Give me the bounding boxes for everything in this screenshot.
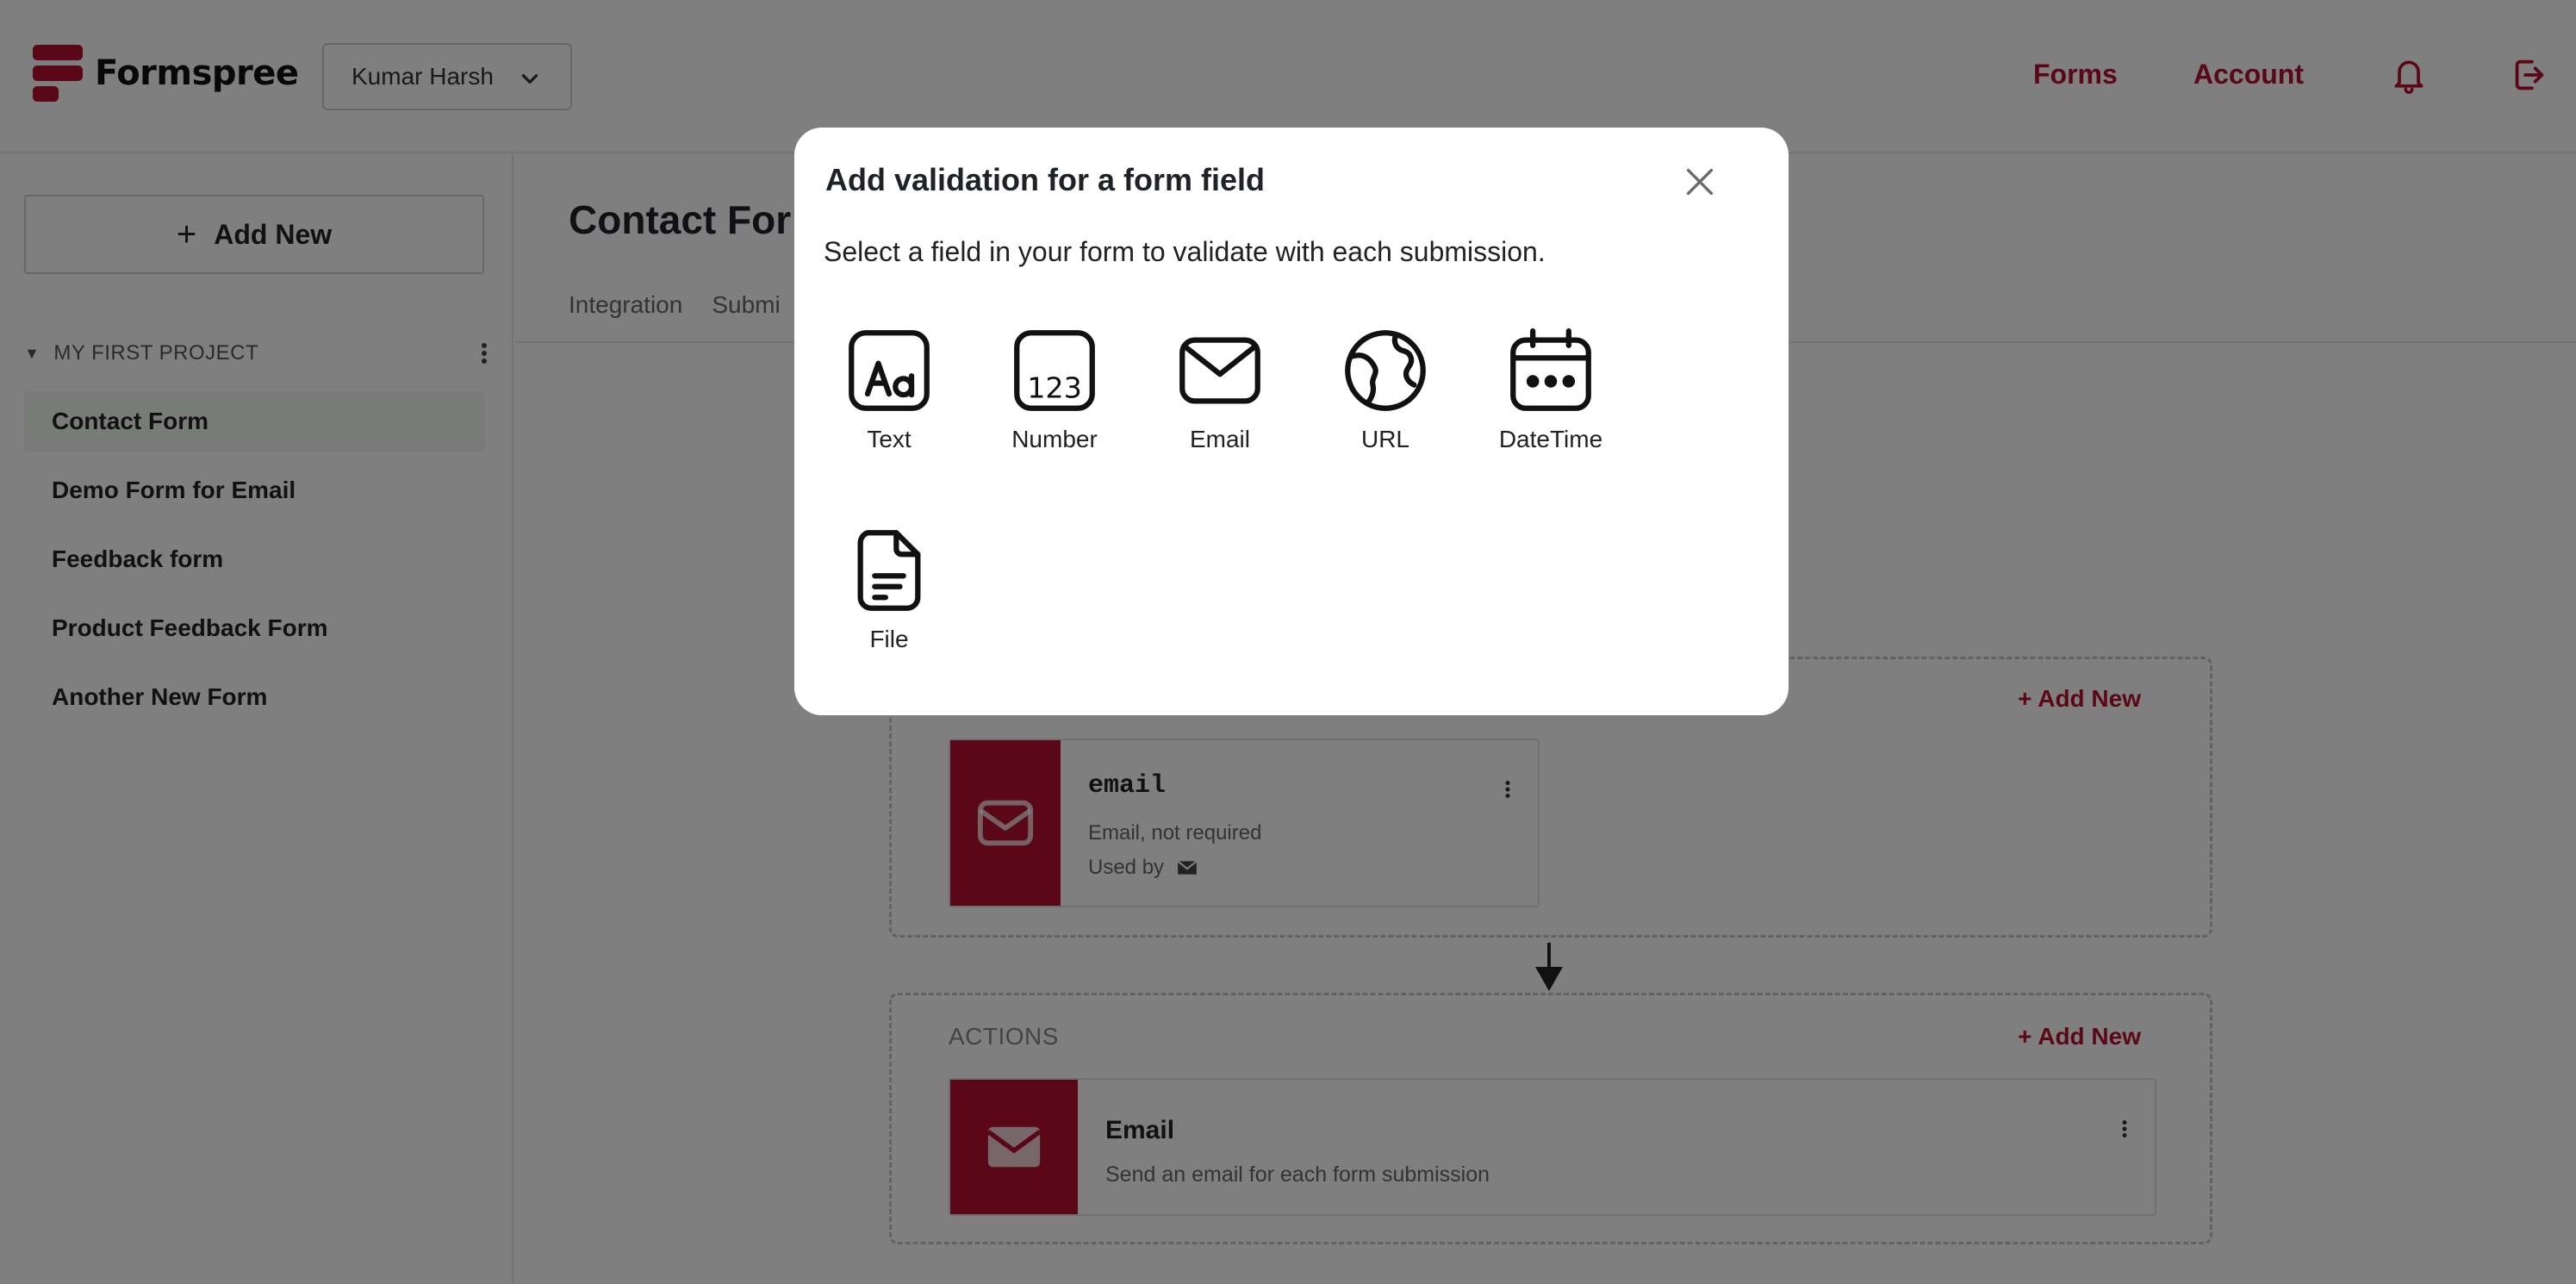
number-type-icon: 123 xyxy=(1014,330,1095,411)
field-type-text[interactable]: Text xyxy=(807,327,971,453)
field-type-label: Number xyxy=(1011,426,1098,452)
field-type-label: URL xyxy=(1360,426,1409,452)
globe-icon xyxy=(1345,330,1426,411)
field-type-url[interactable]: URL xyxy=(1304,327,1467,453)
field-type-label: DateTime xyxy=(1498,426,1603,452)
field-type-label: File xyxy=(869,626,909,652)
email-type-icon xyxy=(1179,337,1260,404)
calendar-icon xyxy=(1510,328,1591,411)
modal-subtitle: Select a field in your form to validate … xyxy=(824,236,1546,267)
file-icon xyxy=(857,530,921,611)
text-type-icon xyxy=(849,330,930,411)
field-type-file[interactable]: File xyxy=(807,527,971,653)
field-type-email[interactable]: Email xyxy=(1138,327,1302,453)
field-type-datetime[interactable]: DateTime xyxy=(1469,327,1633,453)
field-type-label: Text xyxy=(867,426,912,452)
field-type-label: Email xyxy=(1189,426,1250,452)
add-validation-modal: Add validation for a form field Select a… xyxy=(794,128,1789,715)
field-type-number[interactable]: 123 Number xyxy=(973,327,1136,453)
modal-title: Add validation for a form field xyxy=(825,162,1266,197)
svg-text:123: 123 xyxy=(1027,371,1082,404)
close-icon[interactable] xyxy=(1680,162,1720,202)
